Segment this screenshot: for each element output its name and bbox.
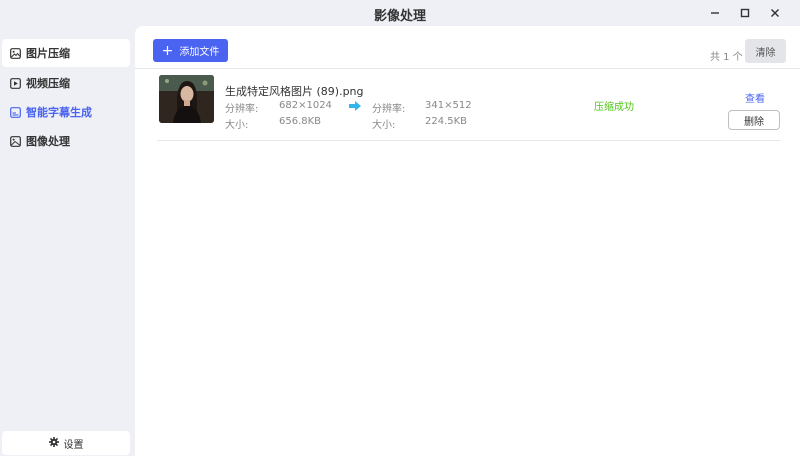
- resolution-label: 分辨率:: [372, 104, 406, 115]
- subtitle-icon: [10, 106, 21, 118]
- sidebar-item-image-compress[interactable]: 图片压缩: [2, 39, 130, 67]
- video-compress-icon: [10, 77, 21, 89]
- size-label: 大小:: [225, 120, 249, 131]
- view-link[interactable]: 查看: [745, 90, 765, 105]
- file-count: 共 1 个: [710, 52, 743, 63]
- add-file-label: 添加文件: [179, 47, 220, 58]
- minimize-button[interactable]: [700, 4, 730, 22]
- divider: [157, 140, 780, 141]
- sidebar-item-subtitle[interactable]: 智能字幕生成: [2, 98, 130, 126]
- close-icon: [771, 9, 779, 17]
- close-button[interactable]: [760, 4, 790, 22]
- sidebar-item-label: 视频压缩: [26, 77, 70, 90]
- status-text: 压缩成功: [594, 102, 634, 113]
- original-size: 656.8KB: [279, 116, 322, 127]
- sidebar-item-video-compress[interactable]: 视频压缩: [2, 69, 130, 97]
- delete-button[interactable]: 删除: [728, 110, 780, 130]
- maximize-icon: [740, 8, 750, 18]
- image-process-icon: [10, 135, 21, 147]
- file-row: 生成特定风格图片 (89).png 分辨率: 682×1024 大小: 656.…: [157, 73, 780, 141]
- sidebar: 图片压缩 视频压缩 智能字幕生成 图像处理 设置: [0, 26, 135, 456]
- divider: [135, 68, 800, 69]
- maximize-button[interactable]: [730, 4, 760, 22]
- window-controls: [700, 4, 790, 22]
- title-bar: 影像处理: [0, 0, 800, 26]
- sidebar-item-label: 智能字幕生成: [26, 106, 92, 119]
- size-label: 大小:: [372, 120, 396, 131]
- image-compress-icon: [10, 47, 21, 59]
- sidebar-item-label: 图片压缩: [26, 47, 70, 60]
- add-file-button[interactable]: + 添加文件: [153, 39, 228, 62]
- window-title: 影像处理: [373, 9, 426, 24]
- settings-label: 设置: [63, 439, 84, 451]
- sidebar-item-image-process[interactable]: 图像处理: [2, 127, 130, 155]
- gear-icon: [48, 436, 59, 450]
- main-panel: + 添加文件 共 1 个 清除 生成特定风格图片 (89).png 分辨率: 6…: [135, 26, 800, 456]
- original-resolution: 682×1024: [279, 100, 332, 111]
- minimize-icon: [711, 12, 719, 14]
- new-size: 224.5KB: [425, 116, 468, 127]
- resolution-label: 分辨率:: [225, 104, 259, 115]
- image-thumbnail: [159, 75, 214, 123]
- file-name: 生成特定风格图片 (89).png: [225, 85, 364, 98]
- new-resolution: 341×512: [425, 100, 472, 111]
- arrow-right-icon: [349, 100, 361, 114]
- sidebar-item-label: 图像处理: [26, 135, 70, 148]
- settings-button[interactable]: 设置: [2, 431, 130, 455]
- clear-button[interactable]: 清除: [745, 39, 786, 63]
- plus-icon: +: [161, 42, 174, 59]
